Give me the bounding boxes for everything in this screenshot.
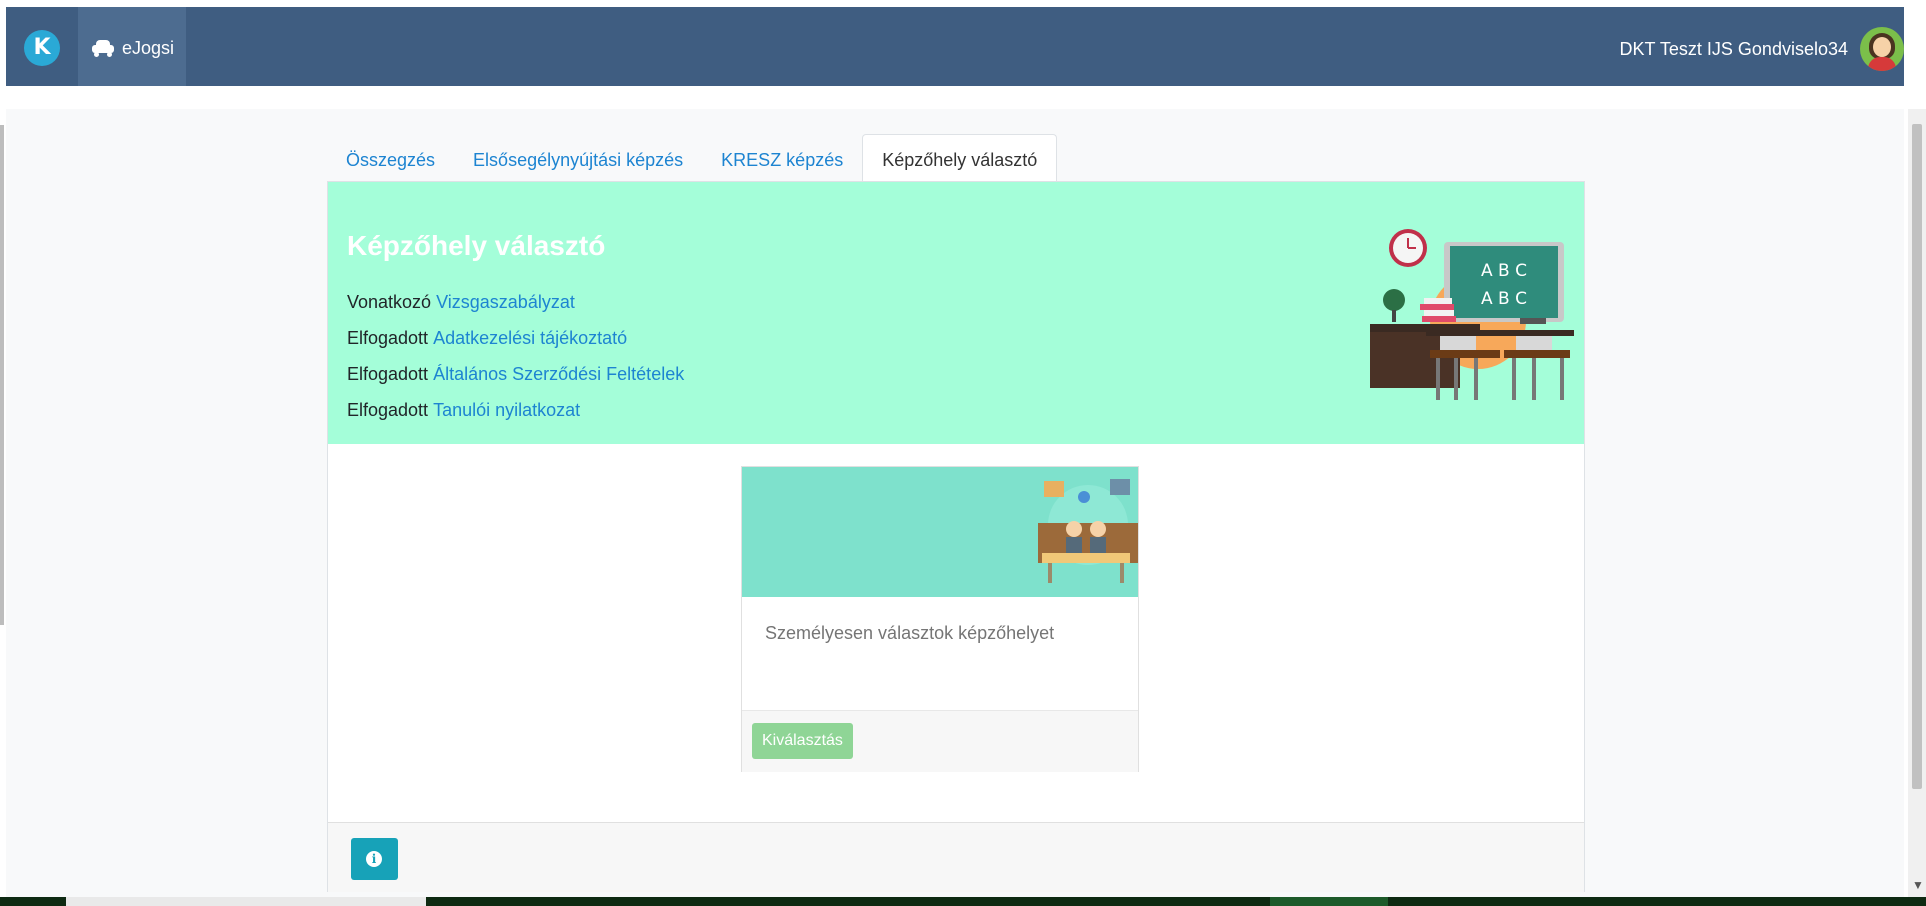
scroll-down-arrow-icon[interactable]: ▼ xyxy=(1912,878,1924,892)
aszf-link[interactable]: Általános Szerződési Feltételek xyxy=(433,364,684,384)
hero-line-aszf: Elfogadott Általános Szerződési Feltétel… xyxy=(347,364,684,385)
taskbar-app[interactable] xyxy=(1270,897,1388,906)
hero-line-prefix: Vonatkozó xyxy=(347,292,432,312)
hero-line-adatkezelesi: Elfogadott Adatkezelési tájékoztató xyxy=(347,328,627,349)
info-icon: i xyxy=(366,851,382,867)
select-button[interactable]: Kiválasztás xyxy=(752,723,853,759)
page-title: Képzőhely választó xyxy=(347,230,606,261)
left-edge xyxy=(0,125,4,625)
hero-line-vizsgaszabalyzat: Vonatkozó Vizsgaszabályzat xyxy=(347,292,575,313)
tab-bar: Összegzés Elsősegélynyújtási képzés KRES… xyxy=(327,134,1058,182)
user-name[interactable]: DKT Teszt IJS Gondviselo34 xyxy=(1620,39,1848,60)
option-card-footer: Kiválasztás xyxy=(742,710,1138,772)
vizsgaszabalyzat-link[interactable]: Vizsgaszabályzat xyxy=(436,292,575,312)
board-text-2: A B C xyxy=(1481,289,1527,309)
option-card-personal: Személyesen választok képzőhelyet Kivála… xyxy=(741,466,1139,772)
classroom-illustration: A B C A B C xyxy=(1370,229,1574,400)
main-card: Képzőhely választó Vonatkozó Vizsgaszabá… xyxy=(327,181,1585,892)
tab-osszegzes[interactable]: Összegzés xyxy=(327,134,454,182)
nav-item-ejogsi[interactable]: eJogsi xyxy=(78,7,186,86)
car-icon xyxy=(92,40,114,57)
nav-item-label: eJogsi xyxy=(122,38,175,58)
board-text-1: A B C xyxy=(1481,261,1527,281)
tanuloi-nyilatkozat-link[interactable]: Tanulói nyilatkozat xyxy=(433,400,580,420)
scrollbar-thumb[interactable] xyxy=(1912,124,1922,789)
taskbar-search[interactable] xyxy=(66,897,426,906)
app-logo[interactable]: K xyxy=(24,30,60,66)
adatkezelesi-link[interactable]: Adatkezelési tájékoztató xyxy=(433,328,627,348)
card-footer: i xyxy=(328,822,1584,892)
hero-banner: Képzőhely választó Vonatkozó Vizsgaszabá… xyxy=(328,182,1584,444)
tab-elsosegely[interactable]: Elsősegélynyújtási képzés xyxy=(454,134,702,182)
top-navbar: K eJogsi DKT Teszt IJS Gondviselo34 xyxy=(6,7,1904,86)
hero-line-prefix: Elfogadott xyxy=(347,400,429,420)
info-button[interactable]: i xyxy=(351,838,398,880)
classroom-students-image xyxy=(742,467,1138,597)
hero-line-tanuloi: Elfogadott Tanulói nyilatkozat xyxy=(347,400,580,421)
hero-line-prefix: Elfogadott xyxy=(347,328,429,348)
tab-kepzohely-valaszto[interactable]: Képzőhely választó xyxy=(862,134,1058,182)
tab-kresz[interactable]: KRESZ képzés xyxy=(702,134,862,182)
hero-line-prefix: Elfogadott xyxy=(347,364,429,384)
page-scrollbar[interactable] xyxy=(1908,109,1926,897)
user-avatar[interactable] xyxy=(1860,27,1904,71)
os-taskbar xyxy=(0,897,1926,906)
option-text: Személyesen választok képzőhelyet xyxy=(765,623,1055,643)
